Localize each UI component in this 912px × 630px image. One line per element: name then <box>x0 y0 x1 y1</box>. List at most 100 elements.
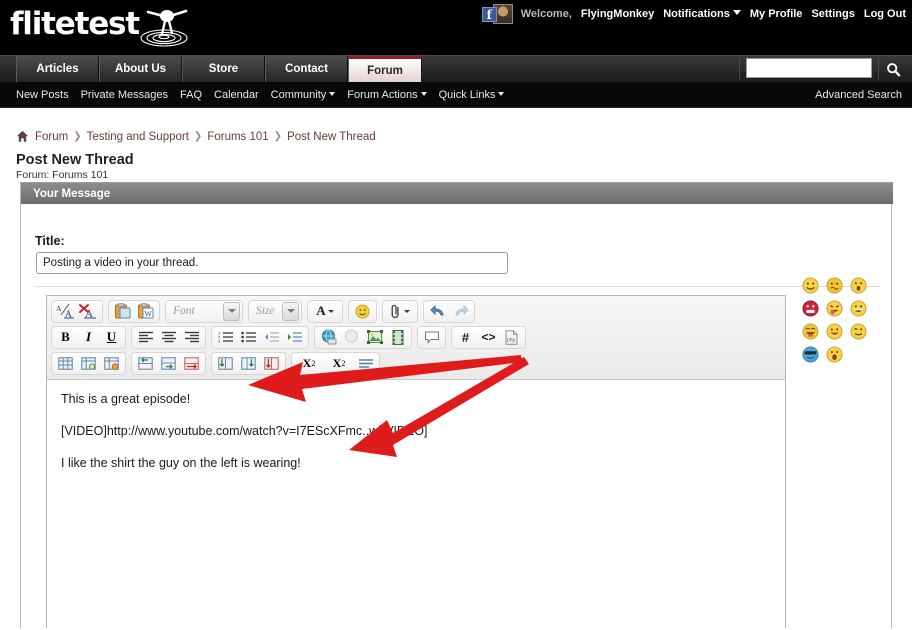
page-title: Post New Thread <box>16 152 134 168</box>
undo-icon[interactable] <box>426 301 449 321</box>
thread-title-input[interactable] <box>36 252 508 274</box>
nav-tab-about-us[interactable]: About Us <box>99 56 182 83</box>
smilie-happy[interactable] <box>822 320 846 343</box>
smilie-cool[interactable] <box>798 343 822 366</box>
delete-table-icon[interactable] <box>100 353 123 373</box>
chevron-down-icon <box>329 92 336 96</box>
quote-icon[interactable] <box>420 327 443 347</box>
page-subtitle: Forum: Forums 101 <box>16 169 109 181</box>
smilie-tongue[interactable] <box>822 297 846 320</box>
justify-icon[interactable] <box>354 353 377 373</box>
delete-row-icon[interactable] <box>180 353 203 373</box>
underline-icon[interactable]: U <box>100 327 123 347</box>
site-logo[interactable]: flitetest <box>8 2 188 50</box>
smilie-shocked[interactable] <box>822 343 846 366</box>
breadcrumb-item-forums-101[interactable]: Forums 101 <box>207 131 268 143</box>
home-icon[interactable] <box>16 130 29 143</box>
message-line-1: This is a great episode! <box>61 392 191 406</box>
facebook-icon[interactable]: f <box>481 6 497 22</box>
toolbar-group-code: # <> php <box>451 325 526 349</box>
size-select-label: Size <box>256 305 275 317</box>
php-code-icon[interactable]: php <box>500 327 523 347</box>
subnav-private-messages[interactable]: Private Messages <box>81 89 168 101</box>
toolbar-group-font-color: A <box>307 299 343 323</box>
font-color-icon[interactable]: A <box>310 301 340 321</box>
align-left-icon[interactable] <box>134 327 157 347</box>
insert-column-after-icon[interactable] <box>237 353 260 373</box>
insert-row-before-icon[interactable] <box>134 353 157 373</box>
toggle-editor-mode-icon[interactable]: A A <box>54 301 77 321</box>
search-input[interactable] <box>746 58 872 78</box>
advanced-search-link[interactable]: Advanced Search <box>815 82 902 108</box>
breadcrumb-item-testing-and-support[interactable]: Testing and Support <box>87 131 189 143</box>
unlink-icon[interactable] <box>340 327 363 347</box>
smilie-grin[interactable] <box>846 297 870 320</box>
unordered-list-icon[interactable] <box>237 327 260 347</box>
insert-image-icon[interactable] <box>363 327 386 347</box>
hash-icon[interactable]: # <box>454 327 477 347</box>
subscript-icon[interactable]: X2 <box>294 353 324 373</box>
smilie-icon[interactable] <box>351 301 374 321</box>
insert-link-icon[interactable] <box>317 327 340 347</box>
settings-link[interactable]: Settings <box>811 8 854 20</box>
header-search <box>739 58 908 80</box>
breadcrumb-item-forum[interactable]: Forum <box>35 131 68 143</box>
subnav-new-posts[interactable]: New Posts <box>16 89 69 101</box>
bold-icon[interactable]: B <box>54 327 77 347</box>
subnav-community[interactable]: Community <box>271 89 336 101</box>
toolbar-group-media <box>314 325 412 349</box>
search-icon <box>887 62 901 76</box>
align-right-icon[interactable] <box>180 327 203 347</box>
smilie-surprised[interactable] <box>846 274 870 297</box>
chevron-down-icon <box>732 10 741 15</box>
attachment-icon[interactable] <box>385 301 415 321</box>
welcome-label: Welcome, <box>520 8 572 20</box>
insert-video-icon[interactable] <box>386 327 409 347</box>
subnav-forum-actions[interactable]: Forum Actions <box>347 89 427 101</box>
smilie-smile[interactable] <box>798 274 822 297</box>
toolbar-group-script: X2 X2 <box>291 351 380 375</box>
paste-from-word-icon[interactable]: W <box>134 301 157 321</box>
search-button[interactable] <box>878 58 908 80</box>
message-line-3: I like the shirt the guy on the left is … <box>61 456 301 470</box>
indent-icon[interactable] <box>283 327 306 347</box>
size-select[interactable]: Size <box>248 299 302 323</box>
smilie-confused[interactable] <box>822 274 846 297</box>
nav-tab-articles[interactable]: Articles <box>16 56 99 83</box>
align-center-icon[interactable] <box>157 327 180 347</box>
svg-text:A: A <box>56 304 62 313</box>
table-properties-icon[interactable] <box>77 353 100 373</box>
log-out-link[interactable]: Log Out <box>864 8 906 20</box>
notifications-link[interactable]: Notifications <box>663 8 741 20</box>
delete-column-icon[interactable] <box>260 353 283 373</box>
font-select[interactable]: Font <box>165 299 243 323</box>
superscript-icon[interactable]: X2 <box>324 353 354 373</box>
insert-row-after-icon[interactable] <box>157 353 180 373</box>
paste-icon[interactable] <box>111 301 134 321</box>
outdent-icon[interactable] <box>260 327 283 347</box>
breadcrumb-item-post-new-thread[interactable]: Post New Thread <box>287 131 376 143</box>
nav-tab-store[interactable]: Store <box>182 56 265 83</box>
remove-formatting-icon[interactable]: A <box>77 301 100 321</box>
smilie-laugh[interactable] <box>798 320 822 343</box>
breadcrumb-separator-icon: ❯ <box>273 131 283 142</box>
subnav-calendar[interactable]: Calendar <box>214 89 259 101</box>
breadcrumb-separator-icon: ❯ <box>73 131 82 142</box>
code-icon[interactable]: <> <box>477 327 500 347</box>
smilie-wink[interactable] <box>846 320 870 343</box>
my-profile-link[interactable]: My Profile <box>750 8 803 20</box>
message-textarea[interactable]: This is a great episode! [VIDEO]http://w… <box>47 380 785 630</box>
ordered-list-icon[interactable]: 123 <box>214 327 237 347</box>
username-link[interactable]: FlyingMonkey <box>581 8 654 20</box>
subnav-faq[interactable]: FAQ <box>180 89 202 101</box>
toolbar-group-quote <box>417 325 446 349</box>
toolbar-group-rows <box>131 351 206 375</box>
redo-icon[interactable] <box>449 301 472 321</box>
insert-column-before-icon[interactable] <box>214 353 237 373</box>
subnav-quick-links[interactable]: Quick Links <box>439 89 505 101</box>
insert-table-icon[interactable] <box>54 353 77 373</box>
nav-tab-forum[interactable]: Forum <box>348 56 422 83</box>
smilie-mad[interactable] <box>798 297 822 320</box>
nav-tab-contact[interactable]: Contact <box>265 56 348 83</box>
italic-icon[interactable]: I <box>77 327 100 347</box>
